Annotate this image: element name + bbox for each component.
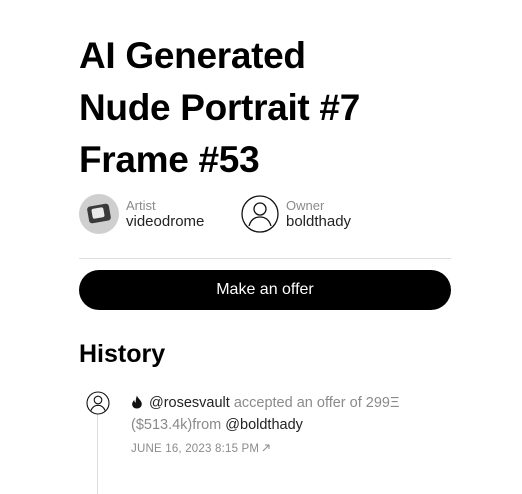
artist-avatar[interactable] [79,194,119,234]
arrow-up-right-icon [262,444,270,452]
event-counterparty-link[interactable]: @boldthady [225,417,303,433]
timeline-line [97,414,98,494]
artwork-title-line-3: Frame #53 [79,139,260,180]
artwork-title-line-1: AI Generated [79,35,306,76]
artist-role-label: Artist [126,197,156,213]
user-outline-icon[interactable] [86,391,110,415]
flame-icon [132,395,142,409]
artist-profile[interactable]: Artist videodrome [79,192,204,236]
owner-profile[interactable]: Owner boldthady [241,192,351,236]
event-action-text: accepted an offer of [229,395,366,411]
event-description: @rosesvault accepted an offer of 299Ξ ($5… [131,392,431,436]
owner-role-label: Owner [286,197,325,213]
event-usd-value: ($513.4k) [131,417,193,433]
people-row: Artist videodrome Owner boldthady [79,192,451,236]
event-date-link[interactable]: JUNE 16, 2023 8:15 PM [131,443,431,455]
artist-name[interactable]: videodrome [126,213,204,231]
history-heading: History [79,340,166,368]
history-event: @rosesvault accepted an offer of 299Ξ ($5… [131,392,431,455]
owner-name[interactable]: boldthady [286,213,351,231]
event-from-text: from [192,417,226,433]
event-amount: 299Ξ [365,395,400,411]
user-outline-icon[interactable] [241,195,279,233]
event-actor-link[interactable]: @rosesvault [149,395,230,411]
divider [79,258,451,259]
owner-text: Owner boldthady [286,198,351,231]
artwork-title: AI Generated Nude Portrait #7 Frame #53 [79,30,459,186]
artist-text: Artist videodrome [126,198,204,231]
artwork-title-line-2: Nude Portrait #7 [79,87,360,128]
make-offer-button[interactable]: Make an offer [79,270,451,310]
tv-screen-graphic [91,207,105,219]
event-date: JUNE 16, 2023 8:15 PM [131,443,260,455]
